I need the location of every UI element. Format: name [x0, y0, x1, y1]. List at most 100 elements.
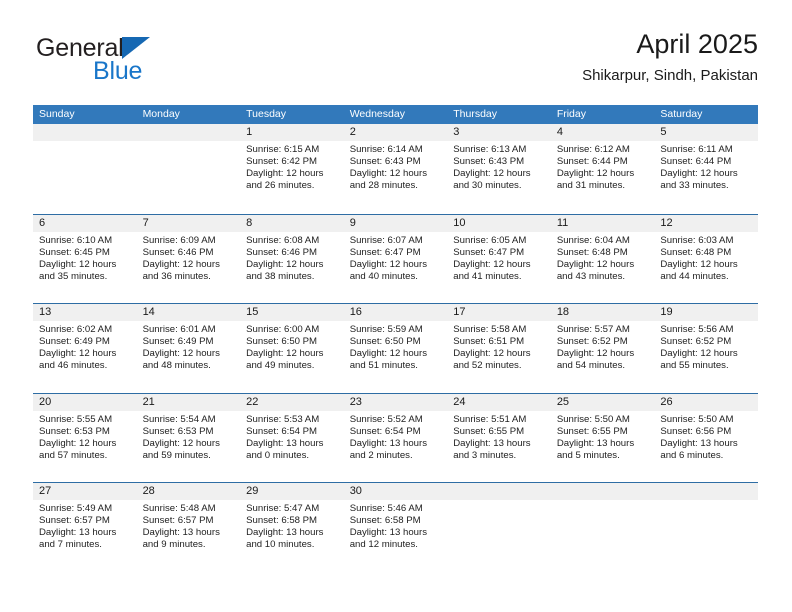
- calendar-day-cell[interactable]: 2 Sunrise: 6:14 AM Sunset: 6:43 PM Daylight…: [343, 124, 448, 212]
- daylight-duration-line2: and 7 minutes.: [39, 539, 102, 551]
- sunrise-time: Sunrise: 6:15 AM: [246, 144, 320, 155]
- sunset-time: Sunset: 6:45 PM: [39, 246, 110, 258]
- daylight-duration-line1: Daylight: 12 hours: [39, 258, 117, 270]
- day-number: 15: [240, 304, 344, 321]
- day-sun-info: Sunrise: 6:15 AM Sunset: 6:42 PM Daylight:…: [240, 141, 344, 192]
- day-sun-info: Sunrise: 5:48 AM Sunset: 6:57 PM Daylight:…: [137, 500, 241, 551]
- day-number: 8: [240, 214, 344, 232]
- calendar-day-cell[interactable]: 18 Sunrise: 5:57 AM Sunset: 6:52 PM Dayligh…: [550, 304, 655, 392]
- calendar-day-cell[interactable]: 30 Sunrise: 5:46 AM Sunset: 6:58 PM Dayligh…: [343, 483, 448, 571]
- calendar-day-cell[interactable]: 10 Sunrise: 6:05 AM Sunset: 6:47 PM Dayligh…: [447, 214, 551, 303]
- daylight-duration-line2: and 51 minutes.: [349, 360, 418, 372]
- sunset-time: Sunset: 6:47 PM: [453, 246, 525, 258]
- calendar-day-cell[interactable]: 6 Sunrise: 6:10 AM Sunset: 6:45 PM Daylight…: [33, 214, 137, 303]
- sunrise-time: Sunrise: 5:55 AM: [39, 413, 113, 425]
- day-sun-info: Sunrise: 5:47 AM Sunset: 6:58 PM Daylight:…: [240, 500, 344, 551]
- logo-triangle-icon: [122, 37, 150, 59]
- sunrise-time: Sunrise: 5:56 AM: [660, 324, 734, 335]
- daylight-duration-line2: and 35 minutes.: [39, 270, 108, 282]
- day-number: 22: [240, 393, 344, 411]
- daylight-duration-line1: Daylight: 13 hours: [246, 527, 324, 539]
- calendar-day-cell[interactable]: 23 Sunrise: 5:52 AM Sunset: 6:54 PM Dayligh…: [343, 393, 448, 482]
- day-number: 18: [550, 304, 655, 321]
- calendar-day-cell[interactable]: 14 Sunrise: 6:01 AM Sunset: 6:49 PM Dayligh…: [136, 304, 241, 392]
- day-number: 1: [240, 124, 344, 141]
- daylight-duration-line1: Daylight: 13 hours: [556, 437, 635, 449]
- weekday-header-row: Sunday Monday Tuesday Wednesday Thursday…: [33, 105, 758, 124]
- calendar-day-cell[interactable]: 17 Sunrise: 5:58 AM Sunset: 6:51 PM Dayligh…: [447, 304, 551, 392]
- calendar-day-cell[interactable]: 24 Sunrise: 5:51 AM Sunset: 6:55 PM Dayligh…: [447, 393, 551, 482]
- sunrise-time: Sunrise: 6:02 AM: [39, 324, 113, 335]
- calendar-day-cell[interactable]: 29 Sunrise: 5:47 AM Sunset: 6:58 PM Dayligh…: [240, 483, 344, 571]
- sunrise-time: Sunrise: 6:00 AM: [246, 324, 320, 335]
- day-number: 26: [654, 393, 758, 411]
- daylight-duration-line2: and 3 minutes.: [453, 449, 517, 461]
- day-number: 11: [550, 214, 655, 232]
- calendar-day-cell[interactable]: 11 Sunrise: 6:04 AM Sunset: 6:48 PM Dayligh…: [550, 214, 655, 303]
- day-sun-info: Sunrise: 5:49 AM Sunset: 6:57 PM Daylight:…: [33, 500, 137, 551]
- calendar-day-cell[interactable]: 16 Sunrise: 5:59 AM Sunset: 6:50 PM Dayligh…: [343, 304, 448, 392]
- calendar-day-cell-empty: [654, 483, 758, 571]
- calendar-grid: Sunday Monday Tuesday Wednesday Thursday…: [33, 105, 758, 572]
- sunset-time: Sunset: 6:46 PM: [246, 246, 318, 258]
- day-number: 17: [447, 304, 551, 321]
- calendar-day-cell[interactable]: 3 Sunrise: 6:13 AM Sunset: 6:43 PM Daylight…: [447, 124, 551, 212]
- daylight-duration-line2: and 26 minutes.: [246, 180, 315, 192]
- day-sun-info: Sunrise: 6:13 AM Sunset: 6:43 PM Daylight:…: [447, 141, 551, 192]
- logo-text-blue: Blue: [93, 57, 143, 85]
- calendar-day-cell[interactable]: 28 Sunrise: 5:48 AM Sunset: 6:57 PM Dayligh…: [136, 483, 241, 571]
- day-sun-info: Sunrise: 6:08 AM Sunset: 6:46 PM Daylight:…: [240, 232, 344, 283]
- calendar-day-cell[interactable]: 25 Sunrise: 5:50 AM Sunset: 6:55 PM Dayligh…: [550, 393, 655, 482]
- calendar-week-row: 6 Sunrise: 6:10 AM Sunset: 6:45 PM Daylight…: [33, 213, 758, 304]
- calendar-day-cell[interactable]: 1 Sunrise: 6:15 AM Sunset: 6:42 PM Daylight…: [240, 124, 344, 212]
- generalblue-logo[interactable]: General Blue: [33, 34, 243, 90]
- day-number: [654, 483, 758, 500]
- daylight-duration-line1: Daylight: 13 hours: [349, 437, 428, 449]
- day-number: 21: [136, 393, 241, 411]
- calendar-day-cell[interactable]: 12 Sunrise: 6:03 AM Sunset: 6:48 PM Dayligh…: [654, 214, 758, 303]
- calendar-day-cell[interactable]: 26 Sunrise: 5:50 AM Sunset: 6:56 PM Dayligh…: [654, 393, 758, 482]
- day-sun-info: Sunrise: 6:05 AM Sunset: 6:47 PM Daylight:…: [447, 232, 551, 283]
- calendar-day-cell[interactable]: 27 Sunrise: 5:49 AM Sunset: 6:57 PM Dayligh…: [33, 483, 137, 571]
- calendar-week-row: 1 Sunrise: 6:15 AM Sunset: 6:42 PM Daylight…: [33, 124, 758, 214]
- calendar-day-cell[interactable]: 8 Sunrise: 6:08 AM Sunset: 6:46 PM Daylight…: [240, 214, 344, 303]
- daylight-duration-line1: Daylight: 13 hours: [349, 527, 428, 539]
- calendar-day-cell[interactable]: 5 Sunrise: 6:11 AM Sunset: 6:44 PM Daylight…: [654, 124, 758, 212]
- day-sun-info: Sunrise: 6:12 AM Sunset: 6:44 PM Daylight:…: [551, 141, 655, 192]
- daylight-duration-line1: Daylight: 12 hours: [142, 437, 220, 449]
- day-number: 6: [33, 214, 137, 232]
- calendar-day-cell-empty: [447, 483, 551, 571]
- page-header: General Blue April 2025 Shikarpur, Sindh…: [33, 27, 758, 97]
- calendar-day-cell-empty: [136, 124, 241, 212]
- sunrise-time: Sunrise: 6:09 AM: [142, 234, 216, 246]
- calendar-day-cell[interactable]: 13 Sunrise: 6:02 AM Sunset: 6:49 PM Dayligh…: [33, 304, 137, 392]
- day-sun-info: Sunrise: 5:54 AM Sunset: 6:53 PM Daylight:…: [137, 411, 241, 462]
- sunset-time: Sunset: 6:42 PM: [246, 156, 318, 168]
- daylight-duration-line1: Daylight: 12 hours: [142, 348, 220, 360]
- sunset-time: Sunset: 6:50 PM: [349, 336, 421, 348]
- calendar-day-cell[interactable]: 19 Sunrise: 5:56 AM Sunset: 6:52 PM Dayligh…: [654, 304, 758, 392]
- day-number: 29: [240, 483, 344, 500]
- sunset-time: Sunset: 6:54 PM: [246, 425, 318, 437]
- daylight-duration-line1: Daylight: 12 hours: [660, 258, 738, 270]
- calendar-day-cell[interactable]: 4 Sunrise: 6:12 AM Sunset: 6:44 PM Daylight…: [550, 124, 655, 212]
- day-sun-info: Sunrise: 5:52 AM Sunset: 6:54 PM Daylight:…: [344, 411, 448, 462]
- location-subtitle: Shikarpur, Sindh, Pakistan: [582, 67, 758, 84]
- calendar-day-cell[interactable]: 22 Sunrise: 5:53 AM Sunset: 6:54 PM Dayligh…: [240, 393, 344, 482]
- daylight-duration-line2: and 59 minutes.: [142, 449, 211, 461]
- calendar-day-cell[interactable]: 15 Sunrise: 6:00 AM Sunset: 6:50 PM Dayligh…: [240, 304, 344, 392]
- calendar-day-cell[interactable]: 7 Sunrise: 6:09 AM Sunset: 6:46 PM Daylight…: [136, 214, 241, 303]
- day-number: [550, 483, 655, 500]
- daylight-duration-line1: Daylight: 12 hours: [453, 258, 531, 270]
- calendar-day-cell[interactable]: 20 Sunrise: 5:55 AM Sunset: 6:53 PM Dayligh…: [33, 393, 137, 482]
- daylight-duration-line1: Daylight: 12 hours: [453, 348, 531, 360]
- day-sun-info: Sunrise: 6:04 AM Sunset: 6:48 PM Daylight:…: [551, 232, 655, 283]
- sunrise-time: Sunrise: 6:12 AM: [556, 144, 630, 155]
- calendar-day-cell[interactable]: 9 Sunrise: 6:07 AM Sunset: 6:47 PM Daylight…: [343, 214, 448, 303]
- sunset-time: Sunset: 6:58 PM: [246, 515, 318, 527]
- day-number: [136, 124, 241, 141]
- day-number: 28: [136, 483, 241, 500]
- calendar-day-cell[interactable]: 21 Sunrise: 5:54 AM Sunset: 6:53 PM Dayligh…: [136, 393, 241, 482]
- day-number: 24: [447, 393, 551, 411]
- weekday-header-saturday: Saturday: [660, 108, 703, 120]
